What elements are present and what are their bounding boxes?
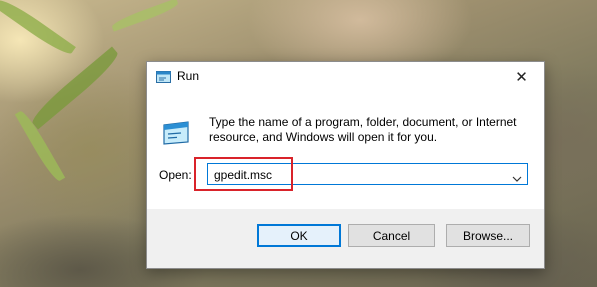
title-bar[interactable]: Run ✕ bbox=[147, 62, 544, 92]
cancel-button[interactable]: Cancel bbox=[348, 224, 435, 247]
ok-button[interactable]: OK bbox=[257, 224, 341, 247]
run-icon bbox=[156, 70, 171, 83]
close-icon: ✕ bbox=[515, 69, 528, 86]
dialog-body: Type the name of a program, folder, docu… bbox=[147, 92, 544, 209]
browse-button[interactable]: Browse... bbox=[446, 224, 530, 247]
background-leaf bbox=[27, 46, 123, 130]
highlight-box bbox=[194, 157, 293, 191]
background-leaf bbox=[0, 0, 76, 59]
run-icon bbox=[161, 120, 191, 146]
chevron-down-icon[interactable] bbox=[512, 170, 522, 182]
dialog-description: Type the name of a program, folder, docu… bbox=[209, 115, 517, 144]
run-dialog: Run ✕ Type the name of a program, folder… bbox=[146, 61, 545, 269]
close-button[interactable]: ✕ bbox=[499, 62, 544, 92]
background-leaf bbox=[110, 0, 180, 32]
dialog-title: Run bbox=[177, 69, 200, 83]
open-label: Open: bbox=[159, 168, 192, 182]
